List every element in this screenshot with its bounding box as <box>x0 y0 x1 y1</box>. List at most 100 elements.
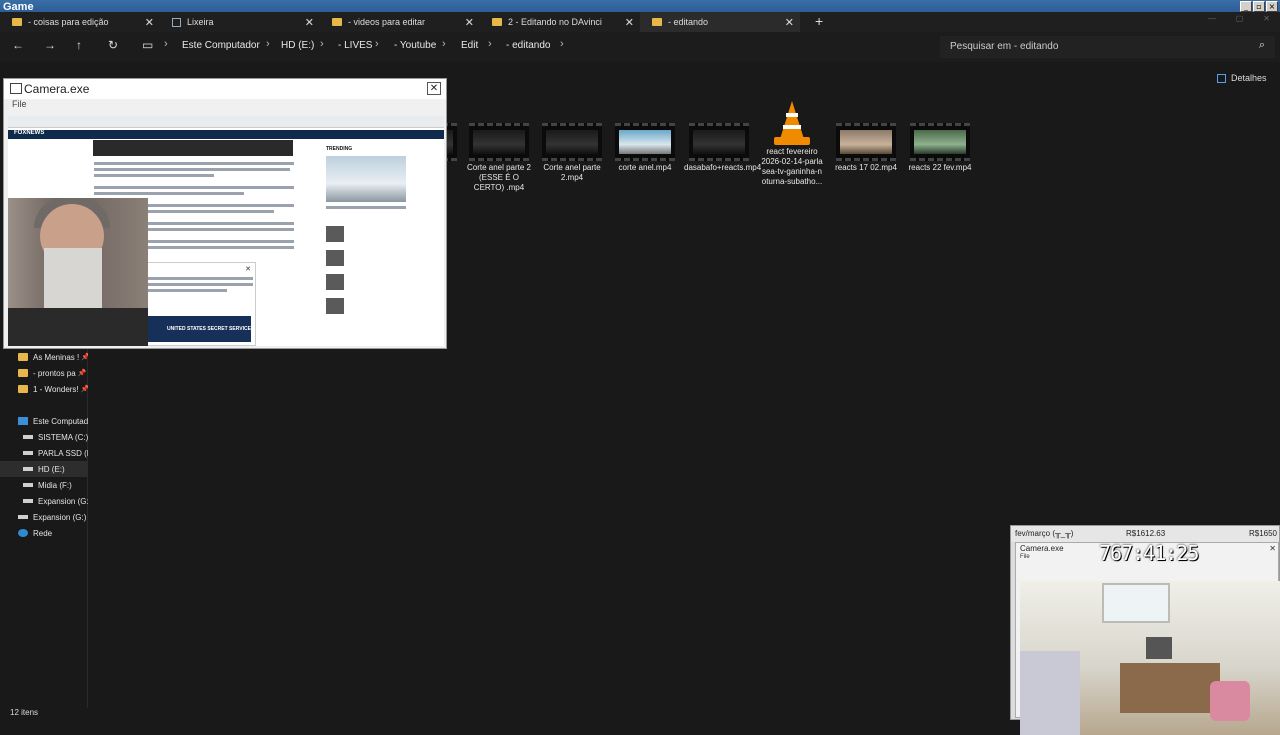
sidebar-item-label: HD (E:) <box>38 464 65 474</box>
sidebar-item-rede[interactable]: Rede <box>0 525 88 541</box>
folder-icon <box>12 18 22 26</box>
drive-icon <box>18 515 28 519</box>
network-icon <box>18 529 28 537</box>
close-tab-icon[interactable]: ✕ <box>465 16 474 29</box>
file-item[interactable]: corte anel.mp4 <box>610 123 680 173</box>
goal-bar: fev/março (╥_╥) R$1612.63 R$1650 <box>1011 526 1279 542</box>
video-thumbnail <box>615 123 675 161</box>
article-text-line <box>94 162 294 165</box>
file-item[interactable]: Corte anel parte 2 (ESSE É O CERTO) .mp4 <box>464 123 534 193</box>
navigation-pane: As Meninas ! 📌 - prontos pa 📌 1 - Wonders!… <box>0 348 88 708</box>
tab-coisas[interactable]: - coisas para edição ✕ <box>0 12 160 32</box>
sidebar-item-expansion[interactable]: Expansion (G:) <box>0 493 88 509</box>
breadcrumb-editando[interactable]: - editando <box>506 40 550 51</box>
drive-icon <box>23 499 33 503</box>
sidebar-item-as-meninas[interactable]: As Meninas ! 📌 <box>0 349 88 365</box>
sidebar-item-prontos[interactable]: - prontos pa 📌 <box>0 365 88 381</box>
window-controls: _ ▫ × <box>1240 1 1278 12</box>
tab-editando[interactable]: - editando ✕ <box>640 12 800 32</box>
new-tab-button[interactable]: + <box>815 13 823 29</box>
article-image <box>93 140 293 156</box>
drive-icon <box>23 435 33 439</box>
maximize-icon[interactable]: ▢ <box>1236 14 1244 23</box>
forward-icon[interactable]: → <box>44 38 56 52</box>
article-text-line <box>94 186 294 189</box>
folder-icon <box>492 18 502 26</box>
search-icon[interactable]: ⌕ <box>1259 39 1265 52</box>
sidebar-item-label: SISTEMA (C:) <box>38 432 88 442</box>
article-text-line <box>94 174 214 177</box>
minimize-button[interactable]: _ <box>1240 1 1252 12</box>
tab-label: - coisas para edição <box>28 17 109 27</box>
close-tab-icon[interactable]: ✕ <box>625 16 634 29</box>
video-thumbnail <box>542 123 602 161</box>
sidebar-item-sistema[interactable]: SISTEMA (C:) <box>0 429 88 445</box>
file-name: reacts 22 fev.mp4 <box>908 163 972 172</box>
pin-icon: 📌 <box>81 354 88 361</box>
sidebar-item-wonders[interactable]: 1 - Wonders! 📌 <box>0 381 88 397</box>
webcam-person <box>8 198 148 346</box>
sidebar-item-label: 1 - Wonders! <box>33 384 79 394</box>
banner-text: UNITED STATES SECRET SERVICE <box>167 326 251 332</box>
pin-icon: 📌 <box>77 370 87 377</box>
video-thumbnail <box>469 123 529 161</box>
close-tab-icon[interactable]: ✕ <box>145 16 154 29</box>
post-text-line <box>137 289 227 292</box>
file-item[interactable]: Corte anel parte 2.mp4 <box>537 123 607 183</box>
tab-davinci[interactable]: 2 - Editando no DAvinci ✕ <box>480 12 640 32</box>
search-input[interactable]: Pesquisar em - editando ⌕ <box>940 36 1275 58</box>
breadcrumb-edit[interactable]: Edit <box>461 40 478 51</box>
sidebar-item-label: Este Computad <box>33 416 88 426</box>
close-button[interactable]: × <box>1266 1 1278 12</box>
breadcrumb-youtube[interactable]: - Youtube <box>394 40 436 51</box>
details-label: Detalhes <box>1231 73 1267 83</box>
camera-window[interactable]: Camera.exe ✕ File FOXNEWS TRENDING ✕ UNI… <box>3 78 447 349</box>
file-item[interactable]: dasabafo+reacts.mp4 <box>684 123 761 173</box>
refresh-icon[interactable]: ↻ <box>108 38 118 52</box>
sidebar-item-midia[interactable]: Midia (F:) <box>0 477 88 493</box>
sidebar-item-parla-ssd[interactable]: PARLA SSD (D <box>0 445 88 461</box>
close-tab-icon[interactable]: ✕ <box>305 16 314 29</box>
room-camera-feed <box>1020 581 1280 735</box>
article-text-line <box>148 246 294 249</box>
chevron-right-icon: › <box>164 38 168 50</box>
pin-icon: 📌 <box>80 386 88 393</box>
sidebar-item-este-computador[interactable]: Este Computad <box>0 413 88 429</box>
file-menu[interactable]: File <box>4 99 446 113</box>
camera-title-bar[interactable]: Camera.exe ✕ <box>4 79 446 99</box>
close-icon[interactable]: ✕ <box>1263 14 1270 23</box>
back-icon[interactable]: ← <box>12 38 24 52</box>
minimize-icon[interactable]: — <box>1208 14 1216 23</box>
file-item[interactable]: reacts 17 02.mp4 <box>831 123 901 173</box>
file-item[interactable]: reacts 22 fev.mp4 <box>905 123 975 173</box>
folder-icon <box>18 353 28 361</box>
sidebar-item-expansion-network[interactable]: Expansion (G:) <box>0 509 88 525</box>
sidebar-item-label: Rede <box>33 528 53 538</box>
article-text-line <box>94 192 244 195</box>
camera-icon <box>172 17 181 27</box>
close-tab-icon[interactable]: ✕ <box>785 16 794 29</box>
monitor-icon[interactable]: ▭ <box>142 38 153 52</box>
details-button[interactable]: Detalhes <box>1217 73 1267 83</box>
vlc-icon <box>774 101 810 145</box>
trending-thumb <box>326 226 344 242</box>
explorer-window-controls: — ▢ ✕ <box>1208 14 1270 23</box>
sidebar-item-hd[interactable]: HD (E:) <box>0 461 88 477</box>
article-text-line <box>94 168 290 171</box>
tab-lixeira[interactable]: Lixeira ✕ <box>160 12 320 32</box>
close-icon: ✕ <box>1269 544 1276 553</box>
file-name: Corte anel parte 2 (ESSE É O CERTO) .mp4 <box>466 163 532 192</box>
breadcrumb-este-computador[interactable]: Este Computador <box>182 40 260 51</box>
close-icon[interactable]: ✕ <box>427 82 441 95</box>
breadcrumb-hd[interactable]: HD (E:) <box>281 40 314 51</box>
tab-videos[interactable]: - videos para editar ✕ <box>320 12 480 32</box>
file-item[interactable]: react fevereiro 2026-02-14-parla sea-tv-… <box>757 101 827 187</box>
file-name: reacts 17 02.mp4 <box>835 163 897 172</box>
trending-image <box>326 156 406 202</box>
restore-button[interactable]: ▫ <box>1253 1 1265 12</box>
news-site-header: FOXNEWS <box>8 130 444 139</box>
breadcrumb-lives[interactable]: - LIVES <box>338 40 372 51</box>
drive-icon <box>23 451 33 455</box>
up-icon[interactable]: ↑ <box>76 38 82 52</box>
article-text-line <box>148 228 294 231</box>
